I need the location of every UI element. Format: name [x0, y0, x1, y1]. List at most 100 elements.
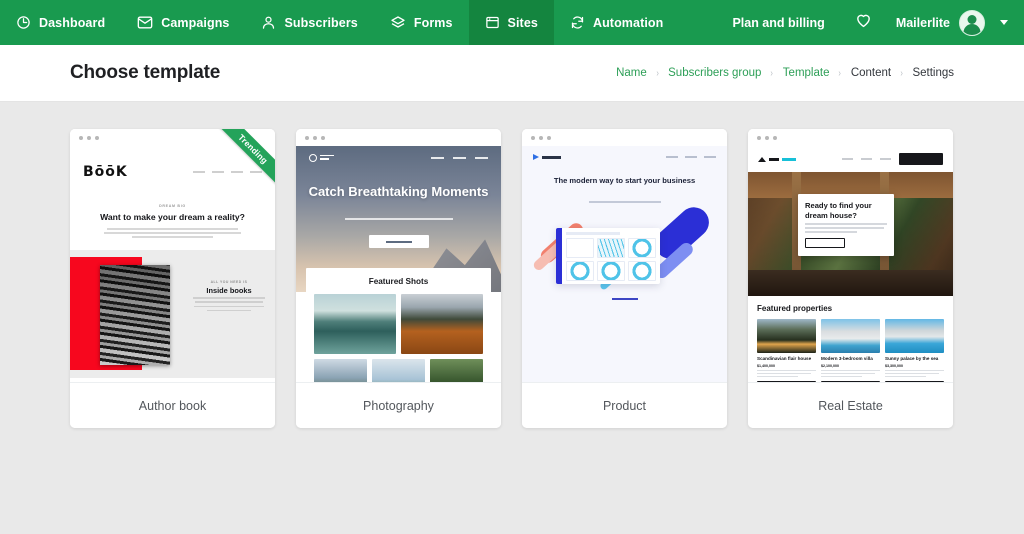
template-card-real-estate[interactable]: Ready to find your dream house? Featured… — [748, 129, 953, 428]
template-name: Real Estate — [748, 383, 953, 428]
preview-gallery-row — [314, 359, 483, 382]
breadcrumb-item-settings: Settings — [912, 67, 954, 79]
browser-dot — [313, 135, 317, 140]
preview-property-button — [757, 380, 816, 382]
preview-property-name: Scandinavian flair house — [757, 356, 812, 361]
browser-dot — [87, 135, 91, 140]
preview-property-item: Sunny palace by the sea $3,300,000 — [885, 319, 944, 382]
nav-label: Dashboard — [39, 15, 106, 30]
template-card-product[interactable]: The modern way to start your business Pr… — [522, 129, 727, 428]
nav-label: Sites — [507, 15, 538, 30]
browser-dot — [539, 135, 543, 140]
preview-section: Featured Shots — [306, 268, 491, 382]
preview-hero-card: Ready to find your dream house? — [798, 194, 894, 256]
user-menu[interactable]: Mailerlite — [886, 9, 1014, 36]
preview-property-name: Modern 3-bedroom villa — [821, 356, 873, 361]
browser-window-icon — [485, 15, 500, 30]
clock-icon — [16, 15, 31, 30]
browser-chrome — [522, 129, 727, 146]
layers-icon — [390, 15, 406, 31]
preview-divider — [611, 297, 638, 300]
person-icon — [261, 15, 276, 30]
preview-photo — [314, 294, 396, 354]
browser-dot — [79, 135, 83, 140]
primary-nav: Dashboard Campaigns Subscribers Forms Si… — [0, 0, 679, 45]
preview-property-price: $3,300,000 — [885, 364, 903, 369]
browser-dot — [765, 135, 769, 140]
template-grid: Trending BōōK DREAM BIG Want to make you… — [70, 129, 954, 428]
preview-property-photo — [885, 319, 944, 353]
preview-logo — [309, 154, 334, 162]
breadcrumb-item-content: Content — [850, 67, 892, 79]
template-preview: Ready to find your dream house? Featured… — [748, 129, 953, 383]
preview-section-title: Featured properties — [757, 304, 833, 313]
preview-gallery-row — [314, 294, 483, 354]
preview-site-header — [522, 146, 727, 160]
preview-section: Featured properties Scandinavian flair h… — [748, 296, 953, 382]
top-navigation-bar: Dashboard Campaigns Subscribers Forms Si… — [0, 0, 1024, 45]
preview-subtext — [296, 207, 501, 225]
nav-item-dashboard[interactable]: Dashboard — [0, 0, 121, 45]
preview-nav — [666, 156, 716, 158]
preview-headline: Catch Breathtaking Moments — [308, 184, 489, 199]
preview-property-name: Sunny palace by the sea — [885, 356, 939, 361]
template-gallery: Trending BōōK DREAM BIG Want to make you… — [0, 102, 1024, 428]
preview-section-title: Inside books — [206, 285, 252, 295]
preview-photo — [314, 359, 367, 382]
preview-property-photo — [821, 319, 880, 353]
preview-illustration — [522, 200, 727, 294]
nav-item-forms[interactable]: Forms — [374, 0, 469, 45]
preview-section-text: ALL YOU NEED IS Inside books — [193, 280, 265, 314]
preview-eyebrow: DREAM BIG — [159, 204, 186, 208]
preview-book-photo — [100, 264, 170, 365]
preview-logo: BōōK — [83, 164, 128, 180]
chevron-down-icon[interactable] — [1000, 20, 1008, 25]
browser-dot — [305, 135, 309, 140]
envelope-icon — [137, 15, 153, 30]
browser-dot — [321, 135, 325, 140]
preview-headline: Ready to find your dream house? — [805, 201, 872, 220]
preview-contact-button — [899, 153, 943, 165]
preview-site-header — [748, 146, 953, 172]
preview-nav — [431, 157, 488, 159]
breadcrumb-separator: › — [656, 67, 659, 79]
nav-label: Campaigns — [161, 15, 230, 30]
nav-item-automation[interactable]: Automation — [554, 0, 679, 45]
breadcrumb-item-name[interactable]: Name — [616, 67, 647, 79]
preview-nav — [842, 158, 891, 160]
template-card-photography[interactable]: Catch Breathtaking Moments Featured Shot… — [296, 129, 501, 428]
breadcrumb-item-subscribers-group[interactable]: Subscribers group — [668, 67, 761, 79]
browser-chrome — [748, 129, 953, 146]
preview-logo — [758, 156, 796, 162]
refresh-icon — [570, 15, 585, 30]
preview-body-lines — [98, 228, 247, 238]
favorites-button[interactable] — [841, 12, 886, 33]
preview-headline: The modern way to start your business — [553, 176, 696, 185]
template-preview: Catch Breathtaking Moments Featured Shot… — [296, 129, 501, 383]
nav-label: Forms — [413, 15, 453, 30]
nav-item-sites[interactable]: Sites — [468, 0, 554, 45]
preview-property-item: Scandinavian flair house $1,400,000 — [757, 319, 816, 382]
browser-dot — [531, 135, 535, 140]
preview-dashboard-mockup — [556, 227, 660, 284]
breadcrumb-separator: › — [900, 67, 904, 79]
template-preview: The modern way to start your business — [522, 129, 727, 383]
breadcrumb-separator: › — [838, 67, 842, 79]
preview-photo — [430, 359, 483, 382]
browser-chrome — [70, 129, 275, 146]
breadcrumb-item-template[interactable]: Template — [783, 67, 830, 79]
preview-headline: Want to make your dream a reality? — [100, 212, 245, 222]
template-preview: BōōK DREAM BIG Want to make your dream a… — [70, 129, 275, 383]
browser-dot — [547, 135, 551, 140]
preview-property-button — [821, 380, 880, 382]
preview-site-header: BōōK — [70, 146, 275, 198]
nav-item-campaigns[interactable]: Campaigns — [121, 0, 245, 45]
template-card-author-book[interactable]: Trending BōōK DREAM BIG Want to make you… — [70, 129, 275, 428]
plan-and-billing-link[interactable]: Plan and billing — [716, 16, 840, 30]
preview-photo — [372, 359, 425, 382]
nav-item-subscribers[interactable]: Subscribers — [245, 0, 373, 45]
breadcrumb: Name › Subscribers group › Template › Co… — [616, 67, 954, 79]
preview-cta-button — [368, 235, 429, 249]
template-name: Author book — [70, 383, 275, 428]
preview-section-eyebrow: ALL YOU NEED IS — [210, 279, 248, 284]
